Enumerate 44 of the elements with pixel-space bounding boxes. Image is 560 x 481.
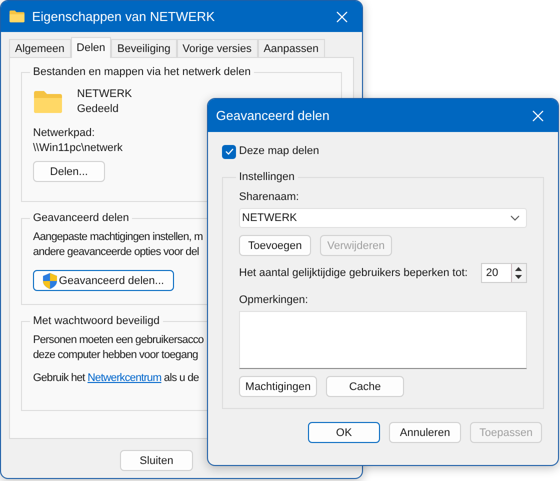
group-title: Instellingen xyxy=(238,171,296,183)
description-text: Aangepaste machtigingen instellen, m xyxy=(33,230,203,245)
network-center-link[interactable]: Netwerkcentrum xyxy=(88,372,162,384)
comments-field[interactable] xyxy=(239,311,527,369)
tab[interactable]: Beveiliging xyxy=(111,39,176,57)
group-title: Met wachtwoord beveiligd xyxy=(32,315,161,327)
share-checkbox[interactable] xyxy=(222,144,236,158)
chevron-down-icon xyxy=(510,215,520,221)
share-button[interactable]: Delen... xyxy=(33,161,105,182)
network-note: Gebruik het Netwerkcentrum als u de xyxy=(33,371,199,386)
dialog-button[interactable]: Annuleren xyxy=(389,422,461,443)
share-name-label: Sharenaam: xyxy=(239,190,299,205)
user-limit-spinner[interactable]: 20 xyxy=(481,263,527,283)
shield-icon xyxy=(42,272,57,288)
window-title: Eigenschappen van NETWERK xyxy=(32,9,216,24)
close-button[interactable] xyxy=(334,8,350,24)
description-text: Personen moeten een gebruikersacco xyxy=(33,333,204,348)
folder-name: NETWERK xyxy=(77,87,132,102)
share-name-button[interactable]: Toevoegen xyxy=(239,235,311,256)
user-limit-label: Het aantal gelijktijdige gebruikers beperken tot: xyxy=(239,266,468,280)
dialog-button[interactable]: Sluiten xyxy=(120,450,193,471)
network-path: \\Win11pc\netwerk xyxy=(33,141,123,156)
share-status: Gedeeld xyxy=(77,102,119,117)
checkbox-label: Deze map delen xyxy=(239,144,320,159)
comments-label: Opmerkingen: xyxy=(239,293,308,308)
folder-icon xyxy=(33,90,63,114)
description-text: deze computer hebben voor toegang xyxy=(33,348,198,363)
folder-icon xyxy=(9,10,25,23)
dialog-title: Geavanceerd delen xyxy=(216,108,330,123)
advanced-sharing-button[interactable]: Geavanceerd delen... xyxy=(33,270,174,291)
settings-button[interactable]: Cache xyxy=(326,376,404,397)
tab[interactable]: Aanpassen xyxy=(258,39,325,57)
tab[interactable]: Vorige versies xyxy=(176,39,258,57)
description-text: andere geavanceerde opties voor del xyxy=(33,245,199,260)
checkmark-icon xyxy=(224,148,234,155)
group-title: Geavanceerd delen xyxy=(32,212,130,224)
tab[interactable]: Algemeen xyxy=(9,39,71,57)
path-label: Netwerkpad: xyxy=(33,126,95,141)
group-title: Bestanden en mappen via het netwerk delen xyxy=(32,66,252,78)
close-button[interactable] xyxy=(530,108,546,124)
settings-button[interactable]: Machtigingen xyxy=(239,376,317,397)
share-name-dropdown[interactable]: NETWERK xyxy=(239,208,527,228)
tab[interactable]: Delen xyxy=(70,37,112,58)
dialog-button[interactable]: OK xyxy=(308,422,380,443)
